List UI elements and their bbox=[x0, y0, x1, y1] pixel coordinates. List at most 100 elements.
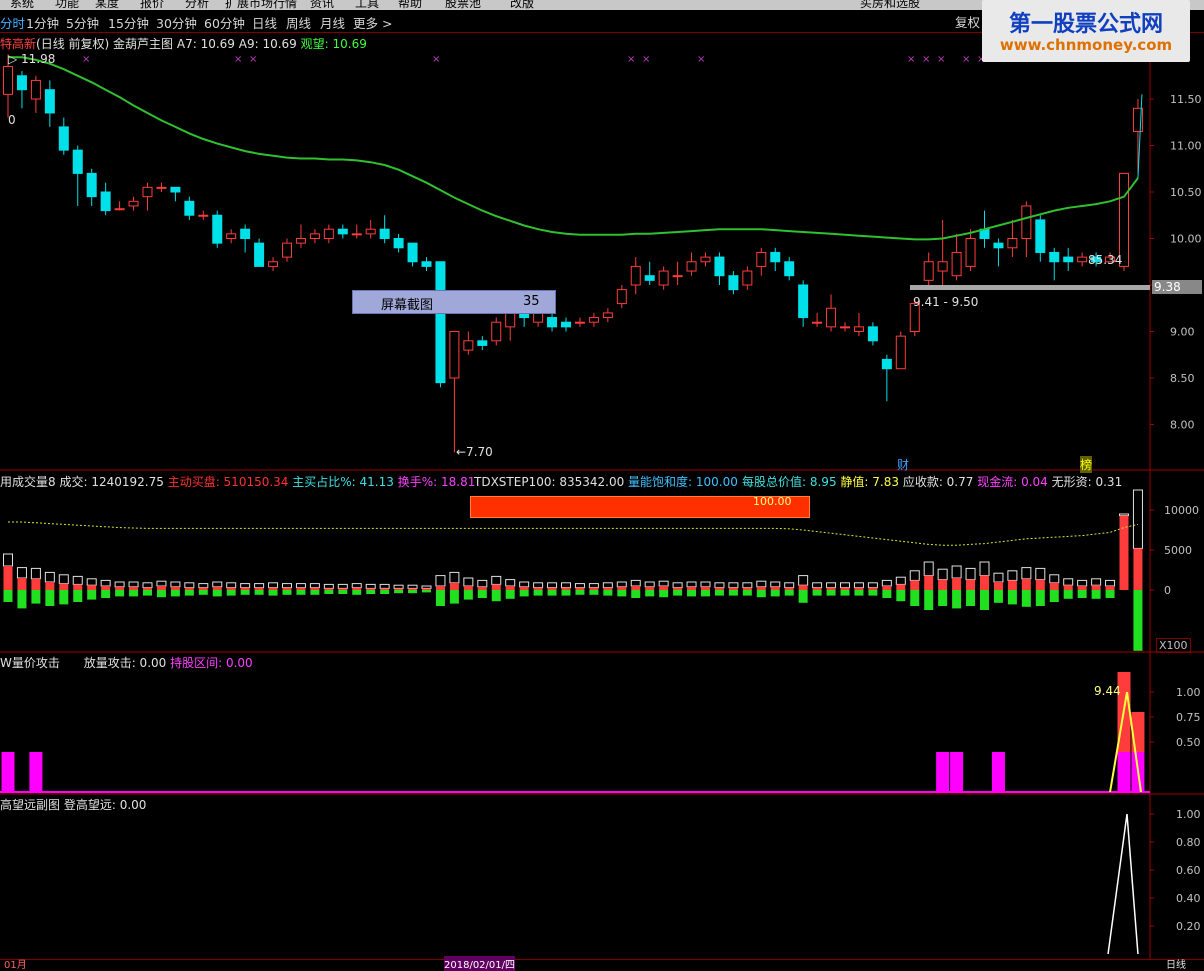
volume-bar-up bbox=[394, 588, 404, 590]
period-tab[interactable]: 月线 bbox=[320, 13, 345, 32]
volume-title[interactable]: 用成交量8 bbox=[0, 475, 56, 489]
price-tick-label: 11.00 bbox=[1170, 140, 1202, 153]
attack-bar bbox=[950, 752, 964, 792]
volume-bar-down bbox=[463, 590, 473, 600]
volume-bar-down bbox=[812, 590, 822, 596]
price-range-label: 9.41 - 9.50 bbox=[913, 295, 979, 309]
volume-bar-outline bbox=[393, 584, 404, 589]
signal-marker: × bbox=[937, 54, 945, 65]
candle-body bbox=[644, 275, 655, 281]
volume-bar-outline bbox=[505, 579, 516, 587]
period-tab[interactable]: 1分钟 bbox=[26, 13, 59, 32]
candle-body bbox=[295, 238, 306, 244]
cai-marker[interactable]: 财 bbox=[897, 456, 909, 473]
volume-bar-up bbox=[254, 587, 264, 590]
top-menu-item[interactable]: 买房和选股 bbox=[860, 0, 920, 10]
volume-bar-outline bbox=[923, 561, 934, 577]
volume-ma-line bbox=[8, 521, 1139, 546]
volume-bar-outline bbox=[295, 583, 306, 589]
candle-body bbox=[756, 251, 767, 267]
volume-bar-down bbox=[840, 590, 850, 596]
guanwang-value: 观望: 10.69 bbox=[300, 37, 367, 51]
time-axis-left: 01月 bbox=[4, 960, 27, 971]
stock-name[interactable]: 特高新 bbox=[0, 37, 36, 51]
top-menu-item[interactable]: 扩展市场行情 bbox=[225, 0, 297, 10]
volume-bar-outline bbox=[142, 582, 153, 589]
volume-bar-down bbox=[1049, 590, 1059, 602]
volume-bar-down bbox=[617, 590, 627, 597]
ma-line-tail bbox=[1137, 94, 1143, 179]
volume-bar-outline bbox=[714, 582, 725, 589]
volume-bar-outline bbox=[812, 582, 823, 589]
volume-bar-down bbox=[896, 590, 906, 602]
volume-bar-outline bbox=[337, 583, 348, 589]
volume-bar-up bbox=[938, 579, 948, 590]
volume-bar-up bbox=[1105, 586, 1115, 590]
fangliang-value: 放量攻击: 0.00 bbox=[83, 656, 167, 670]
volume-bar-outline bbox=[574, 583, 585, 589]
indicator-name[interactable]: 金葫芦主图 bbox=[113, 37, 173, 51]
top-menu-item[interactable]: 分析 bbox=[185, 0, 209, 10]
period-tab[interactable]: 分时 bbox=[0, 13, 25, 32]
volume-bar-up bbox=[673, 587, 683, 590]
candle-body bbox=[226, 233, 237, 240]
volume-bar-outline bbox=[282, 583, 292, 589]
chigu-value: 持股区间: 0.00 bbox=[170, 656, 253, 670]
top-menu-item[interactable]: 功能 bbox=[55, 0, 79, 10]
top-menu-item[interactable]: 报价 bbox=[140, 0, 164, 10]
volume-bar-down bbox=[519, 590, 529, 597]
volume-bar-outline bbox=[351, 583, 362, 589]
candle-body bbox=[853, 326, 864, 333]
volume-bar-down bbox=[687, 590, 697, 597]
period-tab[interactable]: 5分钟 bbox=[66, 13, 99, 32]
period-tab[interactable]: 30分钟 bbox=[156, 13, 197, 32]
top-menu-item[interactable]: 系统 bbox=[10, 0, 34, 10]
current-price-tag: 9.38 bbox=[1152, 280, 1202, 294]
top-menu-item[interactable]: 帮助 bbox=[398, 0, 422, 10]
xianjin-value: 现金流: 0.04 bbox=[977, 475, 1048, 489]
price-tick-label: 10.00 bbox=[1170, 233, 1202, 246]
watermark-logo: 第一股票公式网 www.chnmoney.com bbox=[982, 0, 1190, 62]
candle-body bbox=[547, 317, 558, 328]
volume-bar-up bbox=[1077, 586, 1087, 590]
attack-tick-label: 0.50 bbox=[1176, 736, 1201, 749]
sub-title[interactable]: 高望远副图 bbox=[0, 798, 60, 812]
signal-marker: × bbox=[907, 54, 915, 65]
candle-body bbox=[672, 275, 683, 278]
top-menu-item[interactable]: 工具 bbox=[355, 0, 379, 10]
sub-tick-label: 0.40 bbox=[1176, 892, 1201, 905]
attack-bar bbox=[1117, 752, 1131, 792]
period-tab[interactable]: 60分钟 bbox=[204, 13, 245, 32]
volume-bar-outline bbox=[826, 582, 837, 589]
candle-body bbox=[561, 321, 571, 328]
screenshot-tool-box[interactable]: 屏幕截图 35 bbox=[352, 290, 556, 314]
period-tab[interactable]: 更多 > bbox=[353, 13, 392, 32]
top-menu-item[interactable]: 改版 bbox=[510, 0, 534, 10]
volume-bar-up bbox=[812, 587, 822, 590]
top-menu-item[interactable]: 某度 bbox=[95, 0, 119, 10]
bang-marker[interactable]: 榜 bbox=[1080, 456, 1093, 473]
volume-bar-down bbox=[603, 590, 613, 596]
volume-bar-down bbox=[129, 590, 139, 597]
volume-bar-down bbox=[435, 590, 445, 606]
top-menu-item[interactable]: 股票池 bbox=[445, 0, 481, 10]
candle-body bbox=[309, 233, 320, 240]
candle-body bbox=[100, 191, 111, 212]
volume-bar-outline bbox=[44, 571, 55, 583]
volume-bar-outline bbox=[756, 580, 767, 588]
volume-bar-outline bbox=[686, 581, 697, 588]
volume-bar-outline bbox=[226, 582, 237, 589]
period-tab[interactable]: 15分钟 bbox=[108, 13, 149, 32]
candle-body bbox=[1007, 238, 1018, 249]
attack-tick-label: 0.75 bbox=[1176, 711, 1201, 724]
volume-bar-down bbox=[910, 590, 920, 606]
candle-body bbox=[937, 261, 948, 272]
volume-bar-outline bbox=[798, 575, 809, 586]
period-tab[interactable]: 周线 bbox=[286, 13, 311, 32]
volume-bar-up bbox=[770, 586, 780, 590]
top-menu-item[interactable]: 资讯 bbox=[310, 0, 334, 10]
volume-bar-up bbox=[198, 587, 208, 590]
attack-title[interactable]: W量价攻击 bbox=[0, 656, 60, 670]
fuquan-button[interactable]: 复权 bbox=[955, 12, 980, 31]
period-tab[interactable]: 日线 bbox=[252, 13, 277, 32]
